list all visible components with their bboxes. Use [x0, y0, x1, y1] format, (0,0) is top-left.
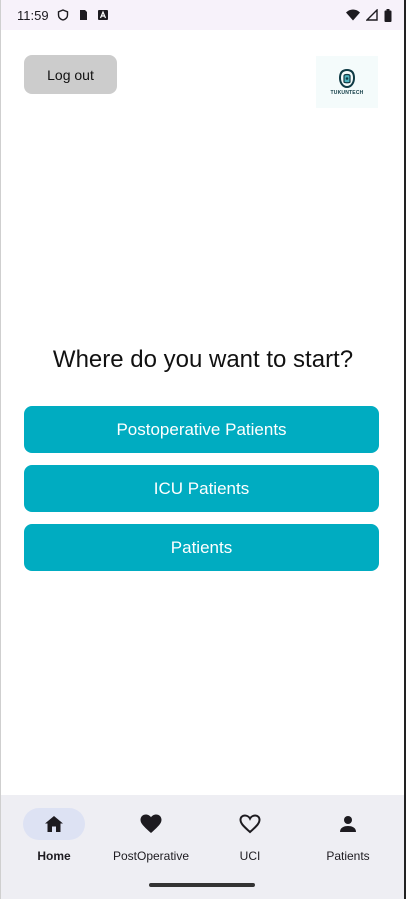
- nav-icon-container: [219, 808, 281, 840]
- home-icon: [45, 816, 63, 832]
- status-time: 11:59: [17, 7, 49, 23]
- logo-text: TUKUNTECH: [330, 89, 364, 96]
- status-left: 11:59: [17, 8, 109, 23]
- status-right: [346, 8, 392, 22]
- nav-item-patients[interactable]: Patients: [298, 808, 398, 863]
- icu-patients-button[interactable]: ICU Patients: [24, 465, 379, 512]
- wifi-icon: [346, 9, 360, 21]
- battery-icon: [384, 8, 392, 22]
- patients-button[interactable]: Patients: [24, 524, 379, 571]
- nav-label-patients: Patients: [326, 849, 370, 863]
- a-badge-icon: [97, 10, 108, 20]
- app-screen: 11:59 Log out TUKUNTECH Where do you wan…: [0, 0, 406, 899]
- nav-item-uci[interactable]: UCI: [200, 808, 300, 863]
- nav-label-postoperative: PostOperative: [112, 849, 190, 863]
- gesture-handle[interactable]: [149, 883, 255, 887]
- postoperative-patients-button[interactable]: Postoperative Patients: [24, 406, 379, 453]
- nav-item-home[interactable]: Home: [4, 808, 104, 863]
- cellular-signal-icon: [366, 9, 378, 21]
- status-bar: 11:59: [0, 0, 406, 30]
- person-icon: [340, 816, 356, 832]
- postoperative-patients-label: Postoperative Patients: [116, 419, 287, 439]
- logo-mark-icon: [338, 68, 356, 88]
- logout-button[interactable]: Log out: [24, 55, 117, 94]
- logout-button-label: Log out: [47, 66, 94, 83]
- nav-icon-container: [120, 808, 182, 840]
- nav-item-postoperative[interactable]: PostOperative: [101, 808, 201, 863]
- nav-icon-container: [317, 808, 379, 840]
- icu-patients-label: ICU Patients: [153, 478, 250, 498]
- screen-frame-left: [0, 0, 1, 899]
- nav-label-home: Home: [37, 849, 71, 863]
- sim-card-icon: [79, 10, 87, 20]
- heart-filled-icon: [140, 814, 162, 833]
- brand-logo: TUKUNTECH: [316, 56, 378, 108]
- shield-icon: [57, 9, 68, 21]
- page-title: Where do you want to start?: [52, 346, 354, 373]
- patients-label: Patients: [170, 537, 233, 557]
- heart-outline-icon: [239, 814, 261, 834]
- nav-active-indicator: [23, 808, 85, 840]
- nav-label-uci: UCI: [239, 849, 261, 863]
